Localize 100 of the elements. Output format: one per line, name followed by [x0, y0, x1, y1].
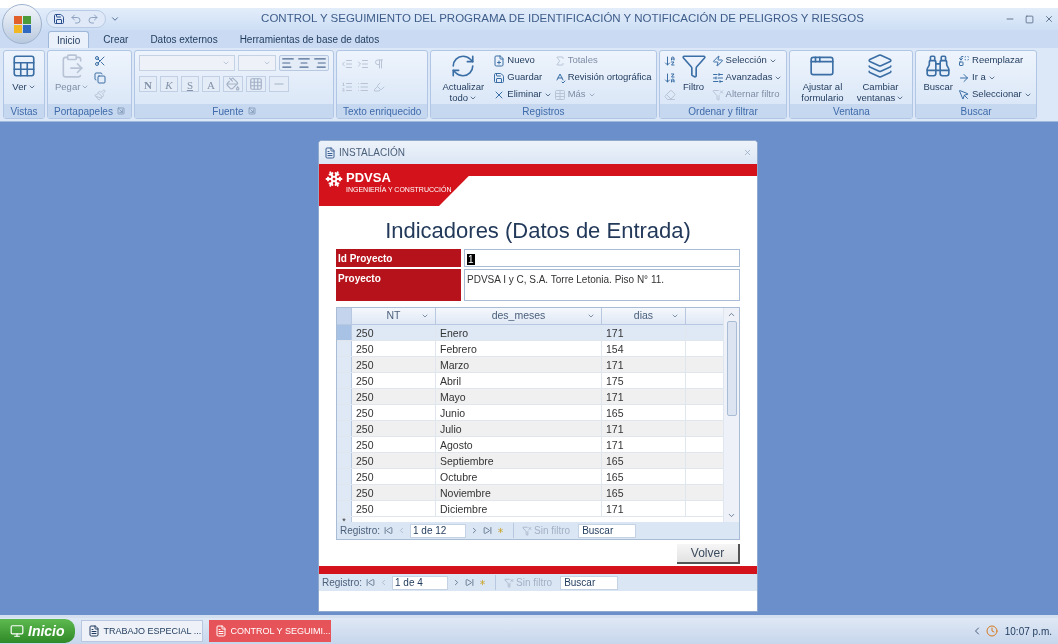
document-icon [214, 625, 227, 637]
table-cell: Agosto [436, 436, 602, 452]
table-cell: 165 [602, 404, 686, 420]
column-header[interactable]: NT [352, 308, 436, 324]
funnel-x-icon [711, 88, 724, 101]
close-icon[interactable] [1044, 14, 1054, 24]
scroll-up-icon[interactable] [727, 310, 736, 319]
ribbon-button[interactable]: Guardar [493, 69, 552, 86]
text-field[interactable]: PDVSA I y C, S.A. Torre Letonia. Piso N° 11. [464, 269, 740, 301]
cursor-icon [958, 88, 971, 101]
grid-icon[interactable] [245, 76, 266, 92]
table-cell: 250 [352, 372, 436, 388]
record-label: Registro: [322, 576, 362, 590]
ribbon-button[interactable]: Nuevo [493, 52, 552, 69]
table-cell: 165 [602, 452, 686, 468]
table-cell: 171 [602, 388, 686, 404]
scissors-icon [94, 54, 107, 67]
restore-icon[interactable] [1025, 14, 1034, 24]
table-cell: Octubre [436, 468, 602, 484]
table-cell: 171 [602, 324, 686, 340]
table-cell: 250 [352, 404, 436, 420]
ribbon-button[interactable]: Ir a [958, 69, 1032, 86]
next-record-icon[interactable] [452, 578, 461, 587]
funnel-x-icon [522, 525, 532, 536]
font-name-field[interactable] [138, 55, 235, 71]
ribbon-tab[interactable]: Herramientas de base de datos [231, 31, 388, 48]
document-icon [87, 625, 100, 637]
field-label: Proyecto [336, 269, 461, 301]
tray-icon[interactable] [985, 625, 998, 637]
group-label: Buscar [960, 104, 992, 119]
group-label: Texto enriquecido [342, 104, 422, 119]
ribbon-button[interactable]: Cambiar ventanas [852, 51, 909, 103]
record-label: Registro: [340, 524, 380, 538]
ribbon-button[interactable]: Ajustar al formulario [794, 51, 851, 103]
save-icon[interactable] [53, 13, 65, 25]
font-size-field[interactable] [237, 55, 276, 71]
new-record-icon[interactable] [478, 578, 487, 587]
ribbon-tab[interactable]: Crear [95, 31, 137, 48]
table-cell: Noviembre [436, 484, 602, 500]
ribbon-button[interactable]: Avanzadas [711, 69, 783, 86]
search-field[interactable]: Buscar [560, 575, 619, 590]
column-header[interactable]: des_meses [436, 308, 602, 324]
align-right-icon[interactable] [311, 56, 328, 70]
taskbar-button[interactable]: TRABAJO ESPECIAL ... [80, 620, 203, 642]
close-icon[interactable] [743, 148, 752, 157]
table-cell: 250 [352, 324, 436, 340]
table-cell: 165 [602, 468, 686, 484]
ribbon-button[interactable]: Eliminar [493, 86, 552, 103]
group-label: Ordenar y filtrar [688, 104, 758, 119]
field-label: Id Proyecto [336, 249, 461, 267]
numbered-list-icon [340, 80, 353, 93]
pilcrow-icon [372, 57, 385, 70]
previous-record-icon[interactable] [379, 578, 388, 587]
table-cell: Enero [436, 324, 602, 340]
group-label: Fuente [212, 104, 244, 119]
ribbon-button[interactable]: Actualizar todo [435, 51, 492, 103]
ribbon-button[interactable]: Seleccionar [958, 86, 1032, 103]
table-cell: 250 [352, 420, 436, 436]
record-position-field[interactable]: 1 de 12 [410, 523, 466, 538]
new-record-icon[interactable] [496, 526, 505, 535]
dialog-launcher-icon[interactable] [116, 107, 125, 115]
first-record-icon[interactable] [384, 526, 393, 535]
ribbon-button[interactable]: Selección [711, 52, 783, 69]
undo-icon[interactable] [70, 13, 82, 25]
customize-toolbar-icon[interactable] [110, 14, 120, 24]
toolbar-button[interactable] [94, 69, 107, 86]
ribbon-button[interactable]: Filtro [677, 51, 710, 92]
sliders-icon [711, 71, 724, 84]
table-cell: 250 [352, 500, 436, 516]
ribbon-button[interactable]: Revisión ortográfica [553, 69, 652, 86]
align-left-icon[interactable] [279, 56, 296, 70]
scrollbar[interactable] [723, 308, 739, 522]
table-cell: 171 [602, 436, 686, 452]
ribbon-button[interactable]: Ver [8, 51, 40, 92]
search-field[interactable]: Buscar [578, 523, 637, 538]
align-center-icon[interactable] [295, 56, 312, 70]
paint-bucket-icon[interactable] [222, 76, 243, 92]
select-all-corner[interactable] [337, 308, 352, 324]
dialog-launcher-icon[interactable] [247, 107, 256, 115]
ribbon-tab[interactable]: Datos externos [142, 31, 226, 48]
table-cell: 250 [352, 388, 436, 404]
next-record-icon[interactable] [470, 526, 479, 535]
table-cell: 250 [352, 484, 436, 500]
indent-increase-icon [356, 57, 369, 70]
ribbon-tab[interactable]: Inicio [48, 31, 90, 48]
last-record-icon[interactable] [465, 578, 474, 587]
record-position-field[interactable]: 1 de 4 [392, 575, 448, 590]
first-record-icon[interactable] [366, 578, 375, 587]
previous-record-icon[interactable] [397, 526, 406, 535]
ribbon-button[interactable]: Reemplazar [958, 52, 1032, 69]
binoculars-icon [925, 53, 952, 79]
ribbon-button[interactable]: Buscar [920, 51, 957, 92]
last-record-icon[interactable] [483, 526, 492, 535]
redo-icon[interactable] [87, 13, 99, 25]
taskbar-button[interactable]: CONTROL Y SEGUIMI... [208, 620, 331, 642]
back-button[interactable]: Volver [677, 544, 740, 564]
group-label: Registros [522, 104, 565, 119]
scroll-down-icon[interactable] [727, 511, 736, 520]
text-field[interactable]: 1 [464, 249, 740, 267]
column-header[interactable]: dias [602, 308, 686, 324]
